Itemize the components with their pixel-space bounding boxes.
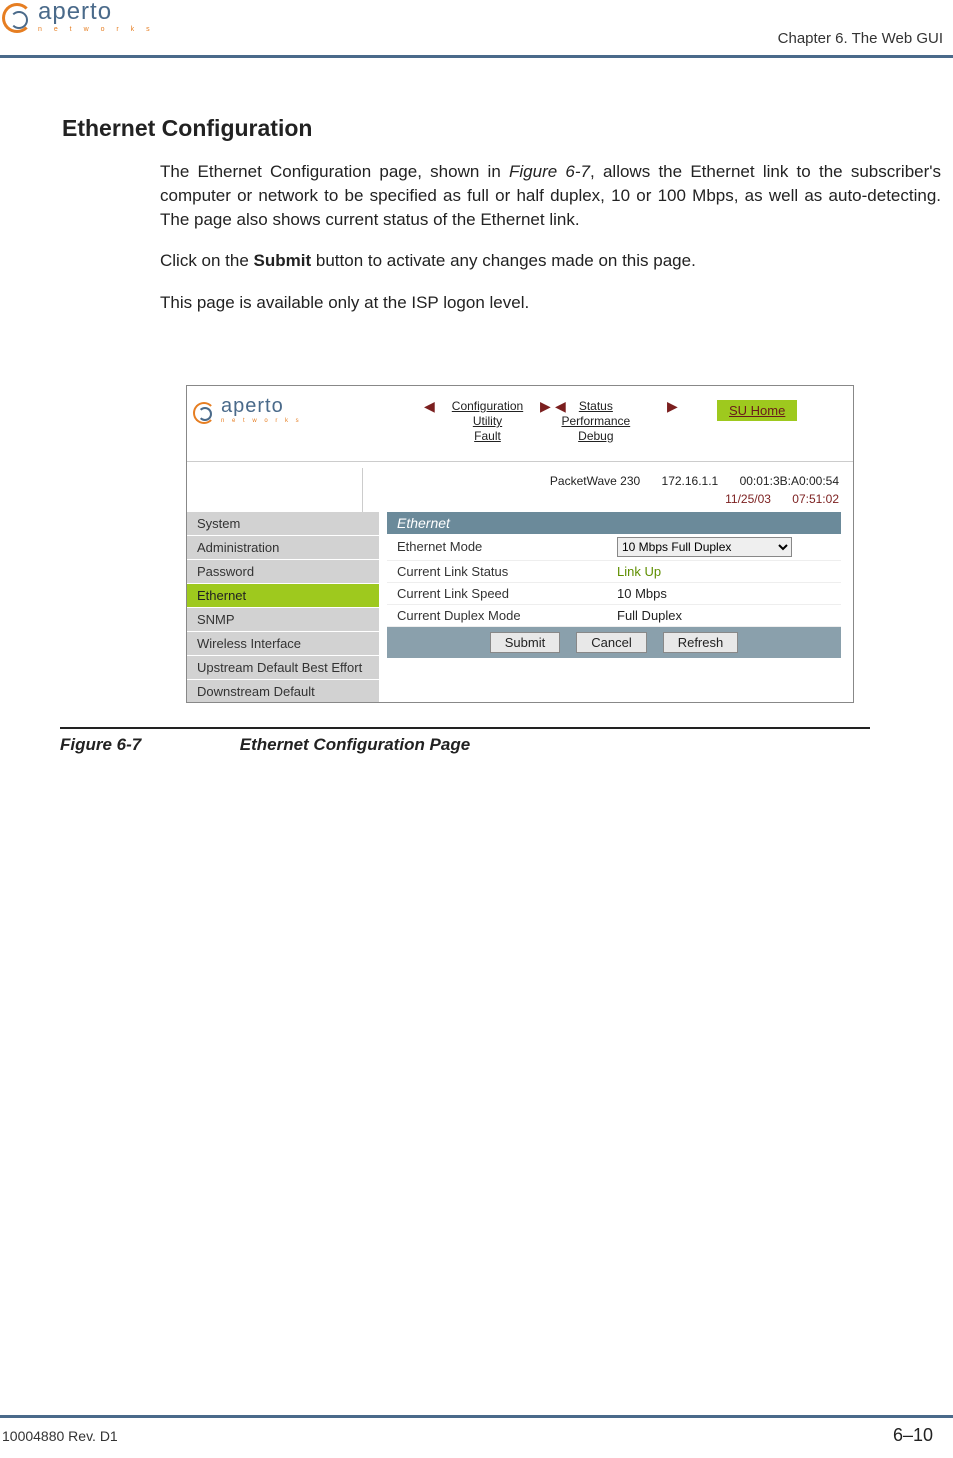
row-ethernet-mode: Ethernet Mode 10 Mbps Full Duplex bbox=[387, 534, 841, 561]
footer-rule bbox=[0, 1415, 953, 1418]
nav-link-configuration[interactable]: Configuration bbox=[435, 399, 540, 413]
nav-link-fault[interactable]: Fault bbox=[435, 429, 540, 443]
aperto-logo-icon: aperto n e t w o r k s bbox=[193, 396, 302, 424]
page-header: aperto n e t w o r k s Chapter 6. The We… bbox=[0, 0, 953, 60]
ethernet-mode-select[interactable]: 10 Mbps Full Duplex bbox=[617, 537, 792, 557]
device-info-line2: 11/25/03 07:51:02 bbox=[725, 492, 839, 506]
nav-link-performance[interactable]: Performance bbox=[543, 414, 648, 428]
footer-doc-id: 10004880 Rev. D1 bbox=[2, 1428, 118, 1444]
vertical-divider bbox=[362, 468, 363, 513]
header-rule bbox=[0, 55, 953, 58]
para2-bold: Submit bbox=[254, 251, 312, 270]
menu-item-downstream[interactable]: Downstream Default bbox=[187, 680, 379, 703]
figure-wrap: aperto n e t w o r k s ◀ Configuration U… bbox=[186, 385, 941, 703]
figure-caption: Figure 6-7 Ethernet Configuration Page bbox=[60, 735, 953, 755]
figure-top-rule bbox=[187, 461, 853, 462]
logo-sub-text: n e t w o r k s bbox=[38, 26, 155, 33]
footer-page-num: 6–10 bbox=[893, 1425, 933, 1446]
para1-a: The Ethernet Configuration page, shown i… bbox=[160, 162, 509, 181]
triangle-right-icon: ▶ bbox=[540, 398, 551, 415]
label-ethernet-mode: Ethernet Mode bbox=[397, 539, 617, 554]
label-link-speed: Current Link Speed bbox=[397, 586, 617, 601]
para2-a: Click on the bbox=[160, 251, 254, 270]
menu-item-snmp[interactable]: SNMP bbox=[187, 608, 379, 632]
device-time: 07:51:02 bbox=[792, 492, 839, 506]
menu-item-wireless[interactable]: Wireless Interface bbox=[187, 632, 379, 656]
row-link-speed: Current Link Speed 10 Mbps bbox=[387, 583, 841, 605]
swirl-icon bbox=[2, 3, 32, 33]
para-2: Click on the Submit button to activate a… bbox=[160, 249, 941, 273]
logo-main-text: aperto bbox=[221, 396, 302, 416]
nav-link-debug[interactable]: Debug bbox=[543, 429, 648, 443]
device-mac: 00:01:3B:A0:00:54 bbox=[740, 474, 839, 488]
device-model: PacketWave 230 bbox=[550, 474, 640, 488]
triangle-left-icon: ◀ bbox=[555, 398, 566, 415]
section-title: Ethernet Configuration bbox=[62, 115, 953, 142]
tab-col-1: Configuration Utility Fault bbox=[435, 398, 540, 444]
row-link-status: Current Link Status Link Up bbox=[387, 561, 841, 583]
menu-item-password[interactable]: Password bbox=[187, 560, 379, 584]
para-3: This page is available only at the ISP l… bbox=[160, 291, 941, 315]
nav-link-utility[interactable]: Utility bbox=[435, 414, 540, 428]
su-home-link[interactable]: SU Home bbox=[717, 400, 797, 421]
submit-button[interactable]: Submit bbox=[490, 632, 560, 653]
logo-sub-text: n e t w o r k s bbox=[221, 418, 302, 424]
panel-title: Ethernet bbox=[387, 512, 841, 534]
val-link-speed: 10 Mbps bbox=[617, 586, 831, 601]
device-date: 11/25/03 bbox=[725, 492, 771, 506]
cancel-button[interactable]: Cancel bbox=[576, 632, 646, 653]
menu-item-administration[interactable]: Administration bbox=[187, 536, 379, 560]
val-duplex-mode: Full Duplex bbox=[617, 608, 831, 623]
swirl-icon bbox=[193, 402, 215, 424]
label-link-status: Current Link Status bbox=[397, 564, 617, 579]
device-ip: 172.16.1.1 bbox=[662, 474, 719, 488]
chapter-label: Chapter 6. The Web GUI bbox=[778, 30, 943, 47]
menu-item-ethernet[interactable]: Ethernet bbox=[187, 584, 379, 608]
screenshot-frame: aperto n e t w o r k s ◀ Configuration U… bbox=[186, 385, 854, 703]
val-link-status: Link Up bbox=[617, 564, 831, 579]
figure-caption-wrap: Figure 6-7 Ethernet Configuration Page bbox=[60, 727, 953, 755]
val-ethernet-mode: 10 Mbps Full Duplex bbox=[617, 537, 831, 557]
triangle-right-icon: ▶ bbox=[667, 398, 678, 415]
para2-b: button to activate any changes made on t… bbox=[311, 251, 696, 270]
refresh-button[interactable]: Refresh bbox=[663, 632, 739, 653]
content-panel: Ethernet Ethernet Mode 10 Mbps Full Dupl… bbox=[387, 512, 841, 658]
triangle-left-icon: ◀ bbox=[424, 398, 435, 415]
aperto-logo-icon: aperto n e t w o r k s bbox=[2, 0, 155, 33]
para-1: The Ethernet Configuration page, shown i… bbox=[160, 160, 941, 231]
row-duplex-mode: Current Duplex Mode Full Duplex bbox=[387, 605, 841, 627]
label-duplex-mode: Current Duplex Mode bbox=[397, 608, 617, 623]
logo-main-text: aperto bbox=[38, 0, 155, 24]
menu-item-upstream[interactable]: Upstream Default Best Effort bbox=[187, 656, 379, 680]
caption-rule bbox=[60, 727, 870, 729]
button-row: Submit Cancel Refresh bbox=[387, 627, 841, 658]
figure-number: Figure 6-7 bbox=[60, 735, 235, 755]
figure-title: Ethernet Configuration Page bbox=[240, 735, 470, 754]
menu-item-system[interactable]: System bbox=[187, 512, 379, 536]
para1-ref: Figure 6-7 bbox=[509, 162, 590, 181]
logo-top: aperto n e t w o r k s bbox=[2, 0, 155, 33]
figure-logo: aperto n e t w o r k s bbox=[193, 396, 302, 424]
device-info-line1: PacketWave 230 172.16.1.1 00:01:3B:A0:00… bbox=[550, 474, 839, 488]
left-menu: System Administration Password Ethernet … bbox=[187, 512, 379, 703]
